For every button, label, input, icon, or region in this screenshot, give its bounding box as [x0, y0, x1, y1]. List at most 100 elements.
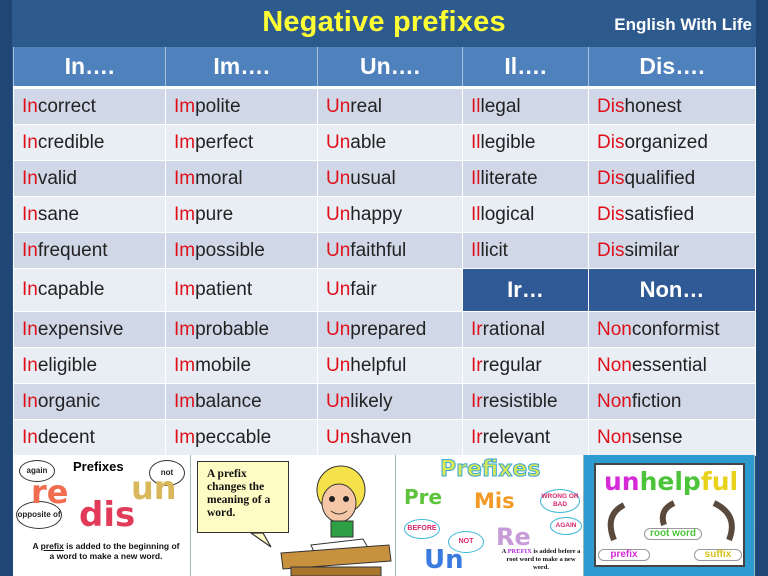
root-part: pure	[195, 203, 234, 225]
word-dis: dis	[79, 495, 136, 535]
root-part: fair	[350, 279, 377, 300]
word-cell: Imbalance	[165, 383, 318, 420]
word-re: re	[31, 473, 69, 511]
root-part: sane	[37, 203, 80, 225]
word-cell: Incorrect	[13, 87, 166, 125]
root-part: prepared	[350, 318, 427, 340]
word-cell: Unlikely	[317, 383, 463, 420]
prefix-part: Un	[326, 390, 351, 412]
root-part: perfect	[195, 131, 254, 153]
prefix-part: Im	[174, 239, 196, 261]
prefix-part: Im	[174, 95, 196, 117]
word-cell: Irrational	[462, 311, 589, 348]
word-cell: Illegible	[462, 124, 589, 161]
prefix-part: In	[22, 131, 38, 153]
word-cell: Unfaithful	[317, 232, 463, 269]
word-cell: Ineligible	[13, 347, 166, 384]
table-row: Incapable Impatient Unfair Ir… Non…	[13, 268, 756, 312]
prefix-part: Un	[326, 239, 351, 261]
word-un: un	[131, 469, 177, 507]
word-cell: Incapable	[13, 268, 166, 312]
illustration-strip: Prefixes again not opposite of re un dis…	[13, 455, 755, 576]
bubble-again-p3: AGAIN	[550, 517, 582, 535]
root-part: credible	[37, 131, 105, 153]
word-cell: Imperfect	[165, 124, 318, 161]
root-part: rational	[482, 318, 545, 340]
root-part: literate	[480, 167, 538, 189]
prefix-part: Un	[326, 95, 351, 117]
root-part: organized	[624, 131, 708, 153]
root-part: relevant	[482, 426, 551, 448]
prefix-part: Dis	[597, 239, 625, 261]
word-cell: Immoral	[165, 160, 318, 197]
word-cell: Unhelpful	[317, 347, 463, 384]
root-part: logical	[480, 203, 535, 225]
prefix-part: Ir	[471, 426, 483, 448]
prefix-part: Ir	[471, 318, 483, 340]
word-mis: Mis	[474, 489, 515, 513]
root-part: resistible	[482, 390, 558, 412]
prefix-part: In	[22, 390, 38, 412]
prefix-part: In	[22, 95, 38, 117]
header-un: Un….	[317, 47, 463, 89]
root-part: expensive	[37, 318, 124, 340]
prefix-part: In	[22, 426, 38, 448]
prefix-part: Dis	[597, 131, 625, 153]
header-im: Im….	[165, 47, 318, 89]
root-part: licit	[480, 239, 508, 261]
prefix-part: Im	[174, 279, 196, 300]
word-cell: Nonessential	[588, 347, 756, 384]
word-cell: Dissimilar	[588, 232, 756, 269]
word-cell: Impossible	[165, 232, 318, 269]
prefix-part: Im	[174, 390, 196, 412]
root-part: sense	[631, 426, 683, 448]
root-part: frequent	[37, 239, 108, 261]
word-cell: Unhappy	[317, 196, 463, 233]
subheader-ir: Ir…	[462, 268, 589, 312]
word-cell: Unprepared	[317, 311, 463, 348]
root-part: probable	[195, 318, 270, 340]
root-part: eligible	[37, 354, 98, 376]
illustration-unhelpful: unhelpful prefix root word suffix	[584, 455, 755, 576]
prefix-part: Dis	[597, 203, 625, 225]
panel3-heading: Prefixes	[439, 457, 541, 483]
root-part: able	[350, 131, 387, 153]
word-re-p3: Re	[496, 523, 531, 551]
word-cell: Irregular	[462, 347, 589, 384]
prefix-part: Im	[174, 167, 196, 189]
illustration-re-un-dis: Prefixes again not opposite of re un dis…	[13, 455, 191, 576]
root-part: shaven	[350, 426, 412, 448]
prefix-part: Im	[174, 131, 196, 153]
prefix-part: Il	[471, 167, 481, 189]
panel1-heading: Prefixes	[73, 459, 124, 474]
label-root-word: root word	[644, 528, 702, 540]
word-cell: Unusual	[317, 160, 463, 197]
prefix-part: Im	[174, 318, 196, 340]
prefix-part: Im	[174, 426, 196, 448]
word-cell: Illicit	[462, 232, 589, 269]
table-row: Inexpensive Improbable Unprepared Irrationa…	[13, 311, 756, 348]
root-part: organic	[37, 390, 101, 412]
brand-label: English With Life	[614, 15, 752, 34]
prefix-part: In	[22, 279, 38, 300]
word-cell: Immobile	[165, 347, 318, 384]
prefix-part: Dis	[597, 95, 625, 117]
table-row: Invalid Immoral Unusual Illiterate Disqualif…	[13, 160, 756, 197]
prefix-part: Dis	[597, 167, 625, 189]
prefix-part: In	[22, 318, 38, 340]
bubble-wrong-or-bad: WRONG OR BAD	[540, 489, 580, 513]
root-part: satisfied	[624, 203, 695, 225]
table-row: Incorrect Impolite Unreal Illegal Dishonest	[13, 87, 756, 125]
prefix-part: Un	[326, 167, 351, 189]
root-part: helpful	[350, 354, 407, 376]
word-cell: Invalid	[13, 160, 166, 197]
root-part: moral	[195, 167, 243, 189]
prefix-part: Un	[326, 318, 351, 340]
root-part: likely	[350, 390, 393, 412]
root-part: decent	[37, 426, 95, 448]
root-part: capable	[37, 279, 105, 300]
root-part: balance	[195, 390, 262, 412]
prefix-part: Il	[471, 95, 481, 117]
root-part: mobile	[195, 354, 252, 376]
word-cell: Indecent	[13, 419, 166, 456]
